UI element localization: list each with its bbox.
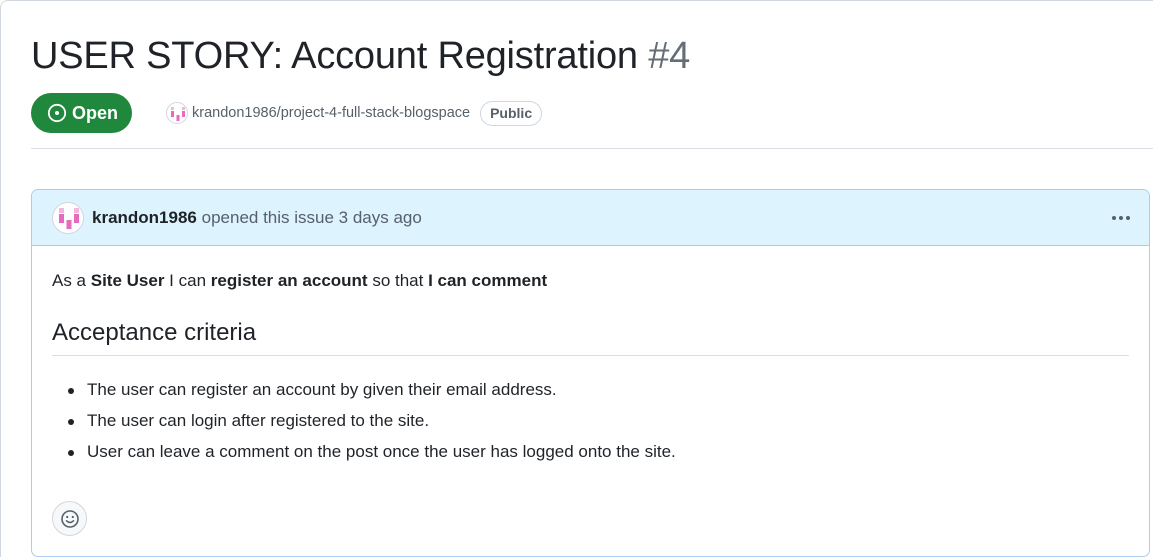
author-avatar[interactable] — [52, 201, 84, 234]
identicon — [171, 107, 186, 121]
acceptance-criteria-list: The user can register an account by give… — [52, 378, 1129, 471]
list-item: The user can login after registered to t… — [68, 409, 1129, 440]
visibility-label: Public — [490, 105, 533, 121]
visibility-badge: Public — [480, 100, 543, 126]
comment-header-text: krandon1986 opened this issue 3 days ago — [92, 208, 422, 228]
issue-meta: Open krandon1986/project-4-full-stack-bl… — [31, 93, 543, 133]
repository-name[interactable]: krandon1986/project-4-full-stack-blogspa… — [192, 105, 470, 121]
add-reaction-button[interactable] — [52, 501, 87, 536]
kebab-dot — [1119, 216, 1123, 220]
list-item: User can leave a comment on the post onc… — [68, 440, 1129, 471]
story-text: I can — [164, 271, 211, 290]
user-story-sentence: As a Site User I can register an account… — [52, 270, 1129, 292]
issue-number: #4 — [648, 35, 691, 77]
page-frame: USER STORY: Account Registration #4 Open… — [0, 0, 1153, 557]
identicon — [59, 207, 79, 229]
repo-owner-avatar — [166, 102, 189, 124]
comment-author[interactable]: krandon1986 — [92, 208, 197, 227]
kebab-dot — [1126, 216, 1130, 220]
smiley-icon — [60, 509, 79, 528]
story-text: so that — [367, 271, 429, 290]
kebab-dot — [1112, 216, 1116, 220]
issue-comment: krandon1986 opened this issue 3 days ago… — [31, 189, 1150, 557]
issue-opened-icon — [47, 103, 67, 123]
story-benefit: I can comment — [428, 271, 548, 290]
kebab-horizontal-icon[interactable] — [1109, 206, 1133, 230]
state-badge: Open — [31, 93, 133, 133]
issue-title: USER STORY: Account Registration #4 — [31, 35, 690, 78]
acceptance-criteria-heading: Acceptance criteria — [52, 319, 1129, 356]
issue-title-text: USER STORY: Account Registration — [31, 35, 638, 77]
header-divider — [31, 148, 1153, 149]
state-label: Open — [72, 102, 119, 123]
story-text: As a — [52, 271, 91, 290]
comment-header: krandon1986 opened this issue 3 days ago — [32, 190, 1149, 246]
comment-action: opened this issue 3 days ago — [201, 207, 422, 227]
story-goal: register an account — [210, 271, 368, 290]
repository-link[interactable]: krandon1986/project-4-full-stack-blogspa… — [166, 102, 470, 124]
story-role: Site User — [90, 271, 165, 290]
list-item: The user can register an account by give… — [68, 378, 1129, 409]
comment-body: As a Site User I can register an account… — [32, 246, 1149, 471]
